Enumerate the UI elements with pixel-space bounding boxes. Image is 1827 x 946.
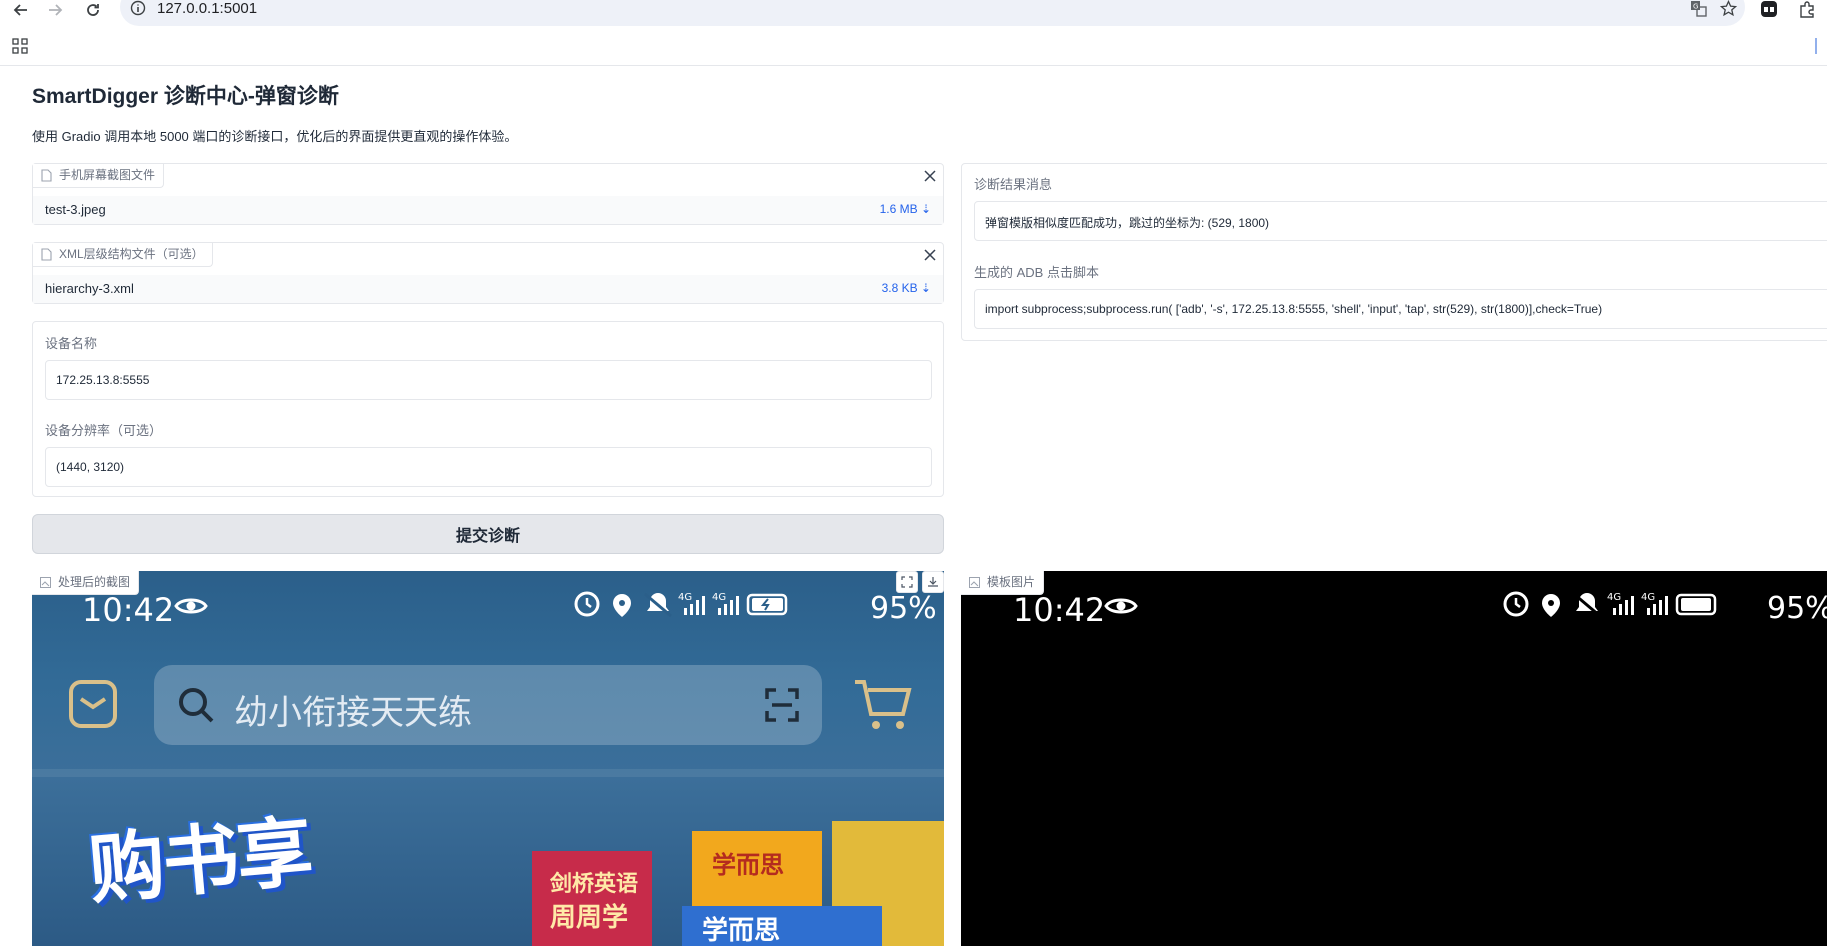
adb-script-textbox[interactable]: import subprocess;subprocess.run( ['adb'… — [974, 289, 1827, 329]
site-info-icon[interactable] — [130, 0, 146, 16]
page-title: SmartDigger 诊断中心-弹窗诊断 — [32, 85, 339, 108]
shelf-line — [32, 769, 944, 777]
browser-toolbar: 127.0.0.1:5001 G — [0, 0, 1827, 30]
app-search-bar: 幼小衔接天天练 — [154, 665, 822, 745]
svg-text:4G: 4G — [712, 592, 726, 603]
translate-icon[interactable]: G — [1690, 0, 1707, 17]
processed-screenshot-label: 处理后的截图 — [32, 571, 140, 595]
page-subtitle: 使用 Gradio 调用本地 5000 端口的诊断接口，优化后的界面提供更直观的… — [32, 129, 518, 144]
image-icon — [969, 577, 980, 588]
forward-arrow-icon — [49, 4, 63, 16]
bookmark-star-icon[interactable] — [1720, 0, 1737, 17]
processed-screenshot-label-text: 处理后的截图 — [58, 575, 131, 589]
svg-text:学而思: 学而思 — [702, 915, 780, 946]
extension-icon[interactable] — [1760, 0, 1778, 18]
screenshot-file-label-text: 手机屏幕截图文件 — [59, 168, 156, 182]
device-name-input[interactable]: 172.25.13.8:5555 — [45, 360, 932, 400]
svg-text:学而思: 学而思 — [712, 851, 784, 879]
adb-script-label: 生成的 ADB 点击脚本 — [974, 265, 1099, 280]
screenshot-file-name: test-3.jpeg — [45, 202, 106, 217]
xml-file-label: XML层级结构文件（可选） — [33, 243, 213, 267]
xml-file-name: hierarchy-3.xml — [45, 281, 134, 296]
scan-box-icon — [69, 680, 117, 728]
promo-headline: 购书享 — [85, 806, 315, 915]
download-button[interactable] — [922, 571, 944, 593]
device-name-label: 设备名称 — [45, 336, 98, 351]
status-time: 10:42 — [1013, 591, 1106, 629]
device-resolution-input[interactable]: (1440, 3120) — [45, 447, 932, 487]
template-image-label-text: 模板图片 — [987, 575, 1036, 589]
extensions-puzzle-icon[interactable] — [1798, 0, 1816, 18]
battery-percent: 95% — [870, 591, 937, 626]
bookmarks-bar — [0, 30, 1827, 66]
clear-screenshot-close-icon[interactable] — [921, 167, 939, 185]
device-resolution-label: 设备分辨率（可选） — [45, 423, 163, 438]
download-icon — [928, 577, 938, 587]
svg-text:周周学: 周周学 — [550, 902, 628, 933]
scan-code-icon — [765, 688, 799, 722]
xml-file-row: hierarchy-3.xml 3.8 KB ⇣ — [33, 275, 943, 303]
reload-icon — [87, 4, 99, 16]
search-icon — [179, 688, 214, 723]
submit-diagnosis-button[interactable]: 提交诊断 — [32, 514, 944, 554]
result-message-textbox[interactable]: 弹窗模版相似度匹配成功，跳过的坐标为: (529, 1800) — [974, 201, 1827, 241]
xml-file-upload[interactable]: XML层级结构文件（可选） hierarchy-3.xml 3.8 KB ⇣ — [32, 242, 944, 304]
back-arrow-icon — [13, 4, 27, 16]
screenshot-file-upload[interactable]: 手机屏幕截图文件 test-3.jpeg 1.6 MB ⇣ — [32, 163, 944, 225]
result-message-label: 诊断结果消息 — [974, 177, 1053, 192]
apps-grid-icon[interactable] — [12, 38, 28, 54]
fullscreen-icon — [901, 576, 913, 588]
back-button[interactable] — [8, 0, 34, 20]
svg-text:剑桥英语: 剑桥英语 — [549, 871, 638, 897]
battery-percent: 95% — [1767, 591, 1827, 626]
url-text[interactable]: 127.0.0.1:5001 — [157, 0, 257, 17]
screenshot-file-label: 手机屏幕截图文件 — [33, 164, 165, 188]
bookmarks-divider — [1815, 38, 1817, 54]
status-bar-icons: 4G 4G — [574, 591, 788, 618]
image-icon — [40, 577, 51, 588]
book-stack-image: 剑桥英语周周学 学而思 学而思 — [532, 821, 944, 946]
app-search-placeholder: 幼小衔接天天练 — [234, 693, 472, 733]
xml-file-label-text: XML层级结构文件（可选） — [59, 247, 204, 261]
address-bar[interactable]: 127.0.0.1:5001 G — [120, 0, 1745, 26]
svg-text:G: G — [1693, 3, 1698, 11]
template-image-panel: 模板图片 10:42 4G 4G 95% — [961, 571, 1827, 946]
screenshot-file-download-link[interactable]: 1.6 MB ⇣ — [880, 202, 931, 216]
svg-text:4G: 4G — [1607, 592, 1621, 603]
image-toolbar — [896, 571, 944, 595]
fullscreen-button[interactable] — [896, 571, 918, 593]
device-settings-panel: 设备名称 172.25.13.8:5555 设备分辨率（可选） (1440, 3… — [32, 321, 944, 497]
status-time: 10:42 — [82, 591, 175, 629]
svg-text:4G: 4G — [678, 592, 692, 603]
clear-xml-close-icon[interactable] — [921, 246, 939, 264]
forward-button[interactable] — [42, 0, 68, 20]
svg-text:4G: 4G — [1641, 592, 1655, 603]
reload-button[interactable] — [80, 0, 106, 20]
template-image-label: 模板图片 — [961, 571, 1045, 595]
eye-icon — [174, 598, 208, 614]
xml-file-download-link[interactable]: 3.8 KB ⇣ — [882, 281, 931, 295]
file-icon — [41, 169, 52, 182]
processed-screenshot-panel: 处理后的截图 10:42 4G 4G 95% 幼小衔接天天练 剑桥英语周周学 学… — [32, 571, 944, 946]
file-icon — [41, 248, 52, 261]
screenshot-file-row: test-3.jpeg 1.6 MB ⇣ — [33, 196, 943, 224]
eye-icon — [1104, 598, 1138, 614]
cart-icon — [855, 680, 912, 729]
status-bar-icons: 4G 4G — [1503, 591, 1717, 618]
diagnosis-result-panel: 诊断结果消息 弹窗模版相似度匹配成功，跳过的坐标为: (529, 1800) 生… — [961, 163, 1827, 341]
